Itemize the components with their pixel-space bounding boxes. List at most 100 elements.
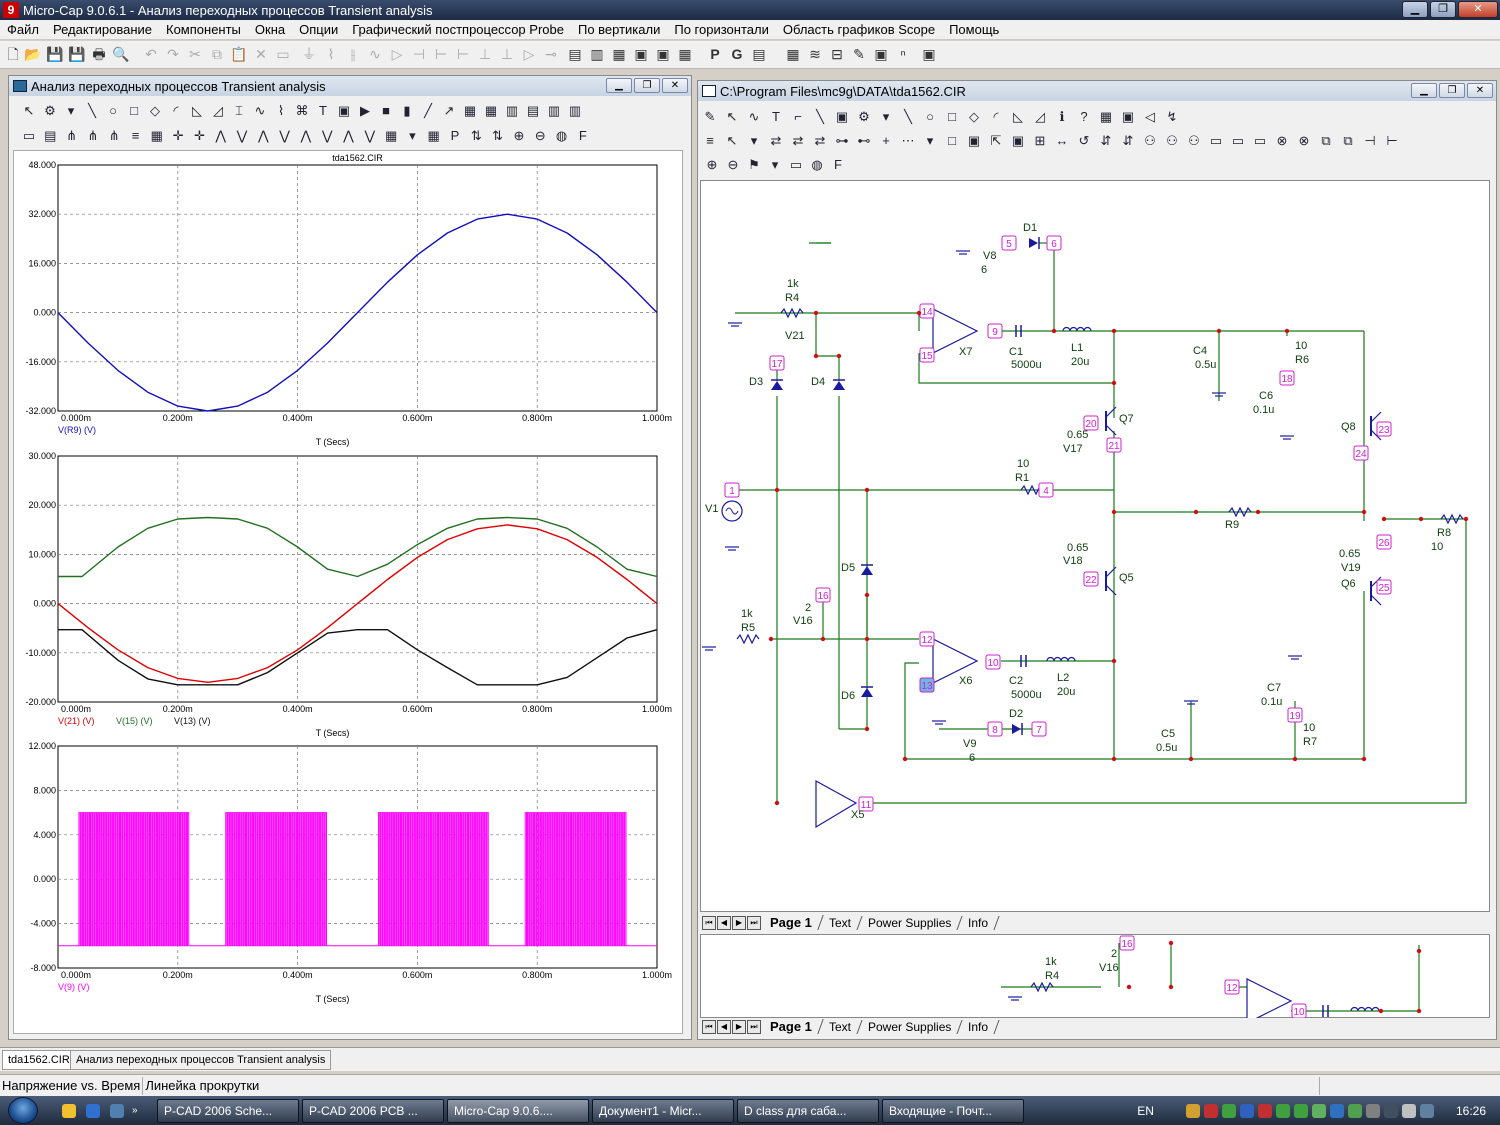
tool-icon[interactable]: ⇅ (468, 128, 484, 144)
tab-page-1[interactable]: Page 1 (759, 915, 824, 930)
tool-icon[interactable]: ▣ (834, 109, 850, 125)
probe-p-icon[interactable]: P (706, 45, 724, 63)
tool-icon[interactable]: ✛ (191, 128, 207, 144)
plot-canvas[interactable]: tda1562.CIR 48.000 32.000 16.000 0.000 -16.00… (14, 151, 684, 1035)
tool-icon[interactable]: ⧉ (1340, 133, 1356, 149)
tile-vertical-icon[interactable]: ▥ (588, 45, 606, 63)
tool-icon[interactable]: ◺ (1010, 109, 1026, 125)
prev-page-icon[interactable]: ◀ (717, 915, 731, 930)
menu-edit[interactable]: Редактирование (46, 22, 159, 37)
tool-icon[interactable]: ╲ (900, 109, 916, 125)
ground-icon[interactable]: ⏚ (300, 45, 318, 63)
tool-icon[interactable]: ⊕ (704, 157, 720, 173)
tool-icon[interactable]: ∿ (252, 103, 268, 119)
waveform-icon[interactable]: ≋ (806, 45, 824, 63)
save-as-icon[interactable]: 💾 (68, 45, 86, 63)
tool-icon[interactable]: ↖ (724, 133, 740, 149)
tool-icon[interactable]: ▾ (63, 103, 79, 119)
tool-icon[interactable]: ▭ (1252, 133, 1268, 149)
tool-icon[interactable]: ▦ (383, 128, 399, 144)
tool-icon[interactable]: ⋔ (85, 128, 101, 144)
tokens-icon[interactable]: ⁿ (894, 45, 912, 63)
tab-text[interactable]: Text (818, 915, 863, 930)
tool-icon[interactable]: ▣ (336, 103, 352, 119)
copy-icon[interactable]: ⧉ (208, 45, 226, 63)
tool-icon[interactable]: ◍ (554, 128, 570, 144)
tool-icon[interactable]: ◺ (189, 103, 205, 119)
nmos-icon[interactable]: ⊥ (476, 45, 494, 63)
tool-icon[interactable]: ? (1076, 109, 1092, 125)
tray-icon-3[interactable] (1221, 1103, 1236, 1118)
tool-icon[interactable]: ▤ (42, 128, 58, 144)
tool-icon[interactable]: ⇄ (790, 133, 806, 149)
tool-icon[interactable]: ▣ (1120, 109, 1136, 125)
menu-components[interactable]: Компоненты (159, 22, 248, 37)
npn-icon[interactable]: ⊢ (432, 45, 450, 63)
doc-tab-transient[interactable]: Анализ переходных процессов Transient an… (70, 1050, 332, 1070)
menu-options[interactable]: Опции (292, 22, 345, 37)
quicklaunch-ie-icon[interactable] (86, 1103, 100, 1118)
menu-scope[interactable]: Область графиков Scope (776, 22, 942, 37)
task-pcad-pcb[interactable]: P-CAD 2006 PCB ... (302, 1098, 444, 1123)
tool-icon[interactable]: ◇ (966, 109, 982, 125)
layout-icon[interactable]: ▤ (750, 45, 768, 63)
tool-icon[interactable]: ⋯ (900, 133, 916, 149)
tool-icon[interactable]: ↺ (1076, 133, 1092, 149)
task-microcap[interactable]: Micro-Cap 9.0.6.... (447, 1098, 589, 1123)
tool-icon[interactable]: ◇ (147, 103, 163, 119)
tool-icon[interactable]: ⇵ (1098, 133, 1114, 149)
tool-icon[interactable]: ⊕ (511, 128, 527, 144)
tool-icon[interactable]: ⌐ (790, 109, 806, 125)
capacitor-icon[interactable]: ⫲ (344, 45, 362, 63)
paste-icon[interactable]: 📋 (230, 45, 248, 63)
inductor-icon[interactable]: ∿ (366, 45, 384, 63)
tool-icon[interactable]: ▭ (788, 157, 804, 173)
tool-icon[interactable]: ≡ (128, 128, 144, 144)
plot-area[interactable]: tda1562.CIR 48.000 32.000 16.000 0.000 -16.00… (13, 150, 683, 1034)
tray-icon-8[interactable] (1311, 1103, 1326, 1118)
minimize-button[interactable]: ▁ (1402, 1, 1428, 18)
tool-icon[interactable]: ↖ (21, 103, 37, 119)
tray-icon-1[interactable] (1185, 1103, 1200, 1118)
quicklaunch-folder-icon[interactable] (62, 1103, 76, 1118)
image-icon[interactable]: ▣ (920, 45, 938, 63)
tool-icon[interactable]: ▭ (1208, 133, 1224, 149)
chart-panel-2[interactable]: 30.000 20.000 10.000 0.000 -10.000 -20.000 0.0… (25, 451, 672, 738)
clock[interactable]: 16:26 (1456, 1104, 1486, 1118)
undo-icon[interactable]: ↶ (142, 45, 160, 63)
tool-icon[interactable]: ⊶ (834, 133, 850, 149)
tool-icon[interactable]: ▦ (462, 103, 478, 119)
tool-icon[interactable]: ⋀ (298, 128, 314, 144)
tool-icon[interactable]: ◁ (1142, 109, 1158, 125)
tray-icon-5[interactable] (1257, 1103, 1272, 1118)
new-file-icon[interactable]: 🗋 (4, 45, 22, 63)
tool-icon[interactable]: ✎ (702, 109, 718, 125)
menu-probe[interactable]: Графический постпроцессор Probe (345, 22, 571, 37)
tool-icon[interactable]: ◍ (809, 157, 825, 173)
maximize-button[interactable]: ❐ (1430, 1, 1456, 18)
close-button[interactable]: ✕ (1458, 1, 1498, 18)
tool-icon[interactable]: ⊖ (532, 128, 548, 144)
tool-icon[interactable]: ⋁ (234, 128, 250, 144)
schem-restore-button[interactable]: ❐ (1439, 83, 1465, 98)
tray-icon-2[interactable] (1203, 1103, 1218, 1118)
child-restore-button[interactable]: ❐ (634, 78, 660, 93)
tray-icon-11[interactable] (1365, 1103, 1380, 1118)
tray-icon-4[interactable] (1239, 1103, 1254, 1118)
tray-icon-9[interactable] (1329, 1103, 1344, 1118)
task-pcad-sch[interactable]: P-CAD 2006 Sche... (157, 1098, 299, 1123)
tool-icon[interactable]: ◜ (168, 103, 184, 119)
tab-info[interactable]: Info (957, 915, 1000, 930)
select-all-icon[interactable]: ▭ (274, 45, 292, 63)
task-outlook[interactable]: Входящие - Почт... (882, 1098, 1024, 1123)
tool-icon[interactable]: ⋔ (106, 128, 122, 144)
tool-icon[interactable]: ⇅ (490, 128, 506, 144)
quicklaunch-more-icon[interactable]: » (132, 1105, 138, 1116)
calculator-icon[interactable]: ▦ (676, 45, 694, 63)
tool-icon[interactable]: ▦ (483, 103, 499, 119)
tool-icon[interactable]: ⊢ (1384, 133, 1400, 149)
tool-icon[interactable]: ⊣ (1362, 133, 1378, 149)
tool-icon[interactable]: ✛ (170, 128, 186, 144)
pnp-icon[interactable]: ⊢ (454, 45, 472, 63)
tool-icon[interactable]: ≡ (702, 133, 718, 149)
